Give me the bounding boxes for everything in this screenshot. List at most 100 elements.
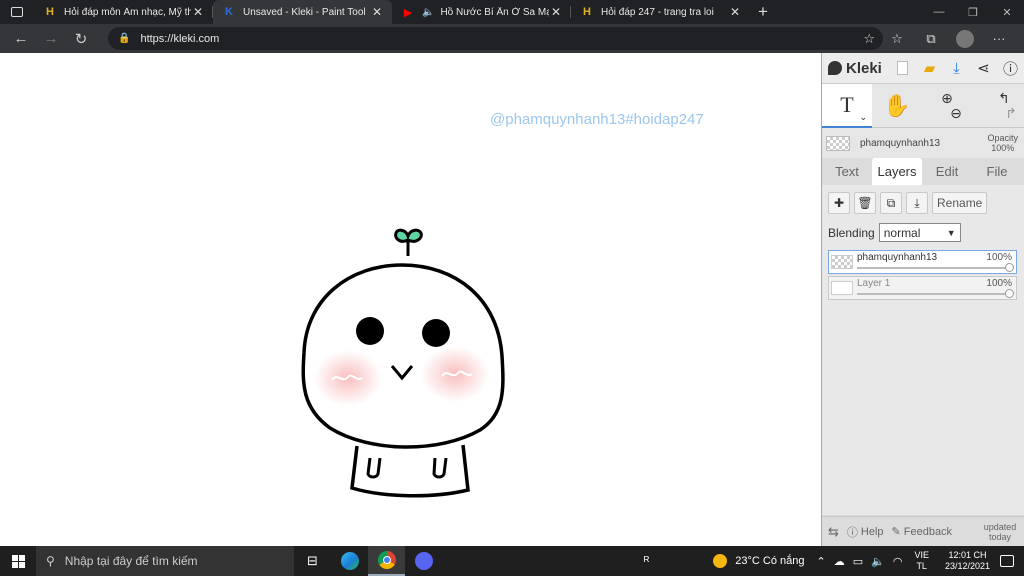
panel-tabs: Text Layers Edit File	[822, 158, 1024, 185]
new-image-icon[interactable]	[889, 53, 916, 84]
help-label: Help	[860, 525, 884, 538]
browser-tab-3[interactable]: ▶ 🔈 Hồ Nước Bí Ẩn Ở Sa Mạc Như ✕	[392, 0, 571, 24]
drawing-canvas[interactable]: @phamquynhanh13#hoidap247	[0, 53, 821, 546]
task-view-icon[interactable]: ⊟	[294, 546, 331, 576]
windows-taskbar: ⚲ Nhập tại đây để tìm kiếm ⊟ ᴿ 23°C Có n…	[0, 546, 1024, 576]
browser-tab-1[interactable]: H Hỏi đáp môn Âm nhạc, Mỹ thuật ✕	[34, 0, 213, 24]
blending-value: normal	[883, 225, 921, 240]
close-tab-icon[interactable]: ✕	[728, 5, 742, 19]
close-window-button[interactable]: ✕	[990, 0, 1024, 24]
zoom-in-icon[interactable]: ⊕	[941, 91, 953, 106]
toolbar-actions: ☆ ⧉ ···	[880, 24, 1016, 53]
kleki-side-panel: Kleki ▰ ⤓ ⋖ ⓘ T ⌄ ✋ ⊕ ⊖ ↰ ↱ phamquynhanh…	[821, 53, 1024, 546]
hoidap-favicon-icon: H	[46, 6, 54, 18]
kleki-top-actions: ▰ ⤓ ⋖ ⓘ	[889, 53, 1024, 84]
weather-widget[interactable]: 23°C Có nắng	[713, 554, 805, 568]
close-tab-icon[interactable]: ✕	[191, 5, 205, 19]
text-tool-button[interactable]: T ⌄	[822, 84, 872, 128]
layer-preview-swatch[interactable]	[826, 135, 850, 151]
more-menu-icon[interactable]: ···	[982, 31, 1016, 46]
volume-icon[interactable]: 🔈	[871, 555, 885, 568]
speaker-icon[interactable]: 🔈	[422, 7, 434, 18]
language-indicator[interactable]: VIE TL	[914, 550, 929, 572]
back-button[interactable]: ←	[6, 24, 36, 53]
clock[interactable]: 12:01 CH 23/12/2021	[945, 550, 990, 572]
undo-redo-buttons: ↰ ↱	[984, 84, 1024, 128]
slider-handle[interactable]	[1005, 263, 1014, 272]
chrome-icon[interactable]	[368, 546, 405, 576]
open-folder-icon[interactable]: ▰	[916, 53, 943, 84]
tab-actions-button[interactable]	[0, 0, 34, 24]
hand-tool-button[interactable]: ✋	[872, 84, 922, 128]
cute-character-drawing	[301, 228, 505, 498]
favorites-icon[interactable]: ☆	[880, 31, 914, 47]
wifi-icon[interactable]: ◠	[893, 555, 903, 568]
favorite-star-icon[interactable]: ☆	[863, 31, 875, 47]
browser-tab-4[interactable]: H Hỏi đáp 247 - trang tra loi ✕	[571, 0, 750, 24]
kleki-logo-icon	[828, 61, 842, 75]
forward-button[interactable]: →	[36, 24, 66, 53]
zoom-out-icon[interactable]: ⊖	[950, 106, 962, 121]
help-icon: ⓘ	[846, 526, 858, 539]
active-layer-row: phamquynhanh13 Opacity 100%	[822, 128, 1024, 158]
layers-panel: ✚ 🗑 ⧉ ⤓ Rename Blending normal ▼ phamquy…	[822, 185, 1024, 515]
download-icon[interactable]: ⤓	[943, 53, 970, 84]
restore-button[interactable]: ❐	[956, 0, 990, 24]
kleki-app-name: Kleki	[846, 59, 882, 77]
hoidap-favicon-icon: H	[583, 6, 591, 18]
merge-layer-button[interactable]: ⤓	[906, 192, 928, 214]
tab-edit[interactable]: Edit	[922, 158, 972, 185]
people-icon[interactable]: ᴿ	[644, 554, 649, 568]
chevron-up-icon[interactable]: ⌃	[817, 555, 826, 568]
discord-icon[interactable]	[405, 546, 442, 576]
close-tab-icon[interactable]: ✕	[370, 5, 384, 19]
delete-layer-button[interactable]: 🗑	[854, 192, 876, 214]
browser-tab-2[interactable]: K Unsaved - Kleki - Paint Tool ✕	[213, 0, 392, 24]
close-tab-icon[interactable]: ✕	[549, 5, 563, 19]
search-placeholder: Nhập tại đây để tìm kiếm	[64, 554, 198, 568]
start-button[interactable]	[0, 546, 36, 576]
redo-icon[interactable]: ↱	[1005, 106, 1017, 121]
help-button[interactable]: ⓘ Help	[847, 524, 884, 540]
swap-button[interactable]: ⇆	[828, 524, 839, 540]
url-field[interactable]: 🔒 https://kleki.com ☆	[108, 27, 883, 50]
tab-layers[interactable]: Layers	[872, 158, 922, 185]
add-layer-button[interactable]: ✚	[828, 192, 850, 214]
tab-file[interactable]: File	[972, 158, 1022, 185]
updated-link[interactable]: updated today	[982, 522, 1018, 542]
blending-select[interactable]: normal ▼	[878, 223, 961, 242]
minimize-button[interactable]: —	[922, 0, 956, 24]
swap-arrows-icon: ⇆	[828, 523, 839, 539]
window-controls: — ❐ ✕	[922, 0, 1024, 24]
help-circle-icon[interactable]: ⓘ	[997, 53, 1024, 84]
reload-button[interactable]: ↻	[66, 24, 96, 53]
edge-icon[interactable]	[331, 546, 368, 576]
rename-layer-button[interactable]: Rename	[932, 192, 988, 214]
undo-icon[interactable]: ↰	[998, 91, 1010, 106]
opacity-display[interactable]: Opacity 100%	[987, 133, 1018, 153]
layer-opacity-slider[interactable]	[857, 263, 1014, 272]
network-icon[interactable]: ▭	[853, 555, 863, 568]
notification-icon[interactable]	[1000, 555, 1014, 567]
share-icon[interactable]: ⋖	[970, 53, 997, 84]
layer-item[interactable]: Layer 1 100%	[828, 276, 1017, 300]
tab-text[interactable]: Text	[822, 158, 872, 185]
layer-opacity-slider[interactable]	[857, 289, 1014, 298]
feedback-button[interactable]: ✎ Feedback	[892, 525, 953, 539]
avatar[interactable]	[956, 29, 974, 48]
new-tab-button[interactable]: +	[750, 0, 776, 24]
kleki-header: Kleki ▰ ⤓ ⋖ ⓘ	[822, 53, 1024, 84]
duplicate-layer-button[interactable]: ⧉	[880, 192, 902, 214]
chevron-down-icon[interactable]: ⌄	[859, 112, 867, 123]
zoom-buttons: ⊕ ⊖	[922, 84, 972, 128]
chevron-down-icon: ▼	[946, 227, 956, 238]
cloud-icon[interactable]: ☁	[834, 555, 845, 568]
taskbar-search[interactable]: ⚲ Nhập tại đây để tìm kiếm	[36, 546, 294, 576]
layer-item[interactable]: phamquynhanh13 100%	[828, 250, 1017, 274]
system-tray: ᴿ 23°C Có nắng ⌃ ☁ ▭ 🔈 ◠ VIE TL 12:01 CH…	[644, 546, 1024, 576]
tool-bar: T ⌄ ✋ ⊕ ⊖ ↰ ↱	[822, 84, 1024, 128]
collections-icon[interactable]: ⧉	[914, 31, 948, 47]
slider-handle[interactable]	[1005, 289, 1014, 298]
url-text: https://kleki.com	[140, 32, 220, 45]
plus-icon: ✚	[833, 196, 845, 210]
